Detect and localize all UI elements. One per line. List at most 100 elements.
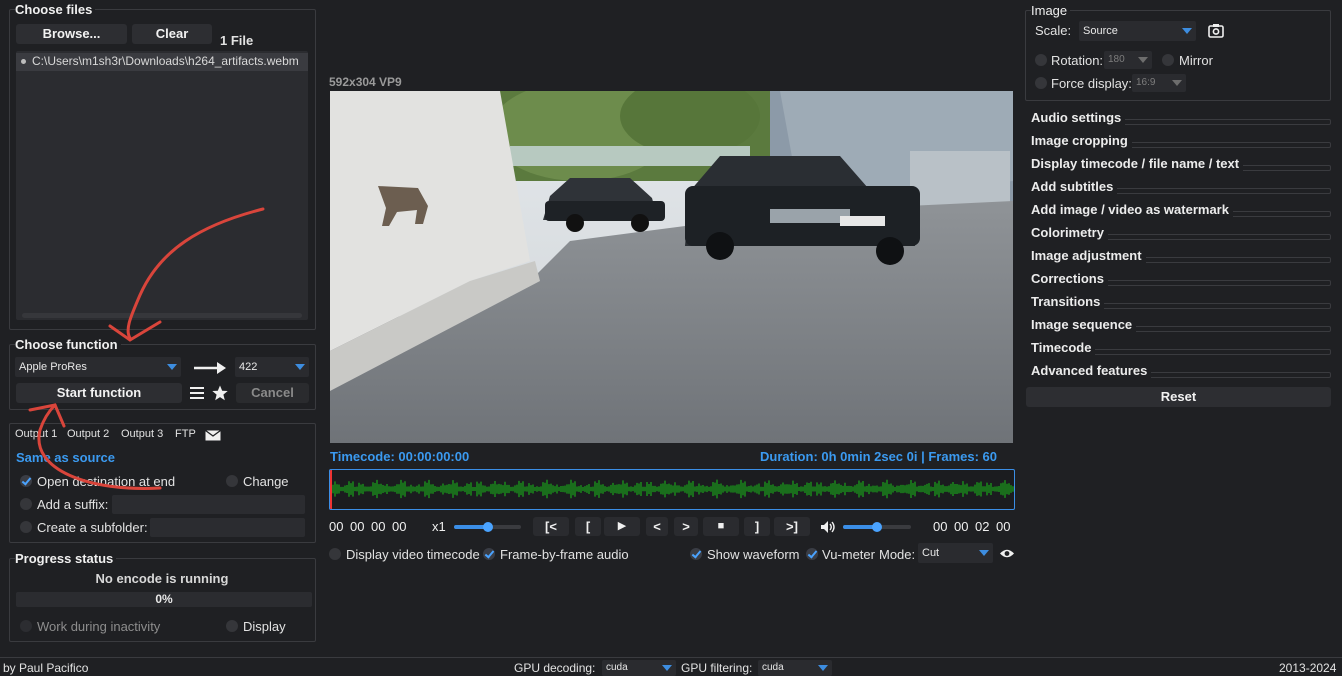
go-end-button[interactable]: >] <box>774 517 810 536</box>
subfolder-radio[interactable] <box>20 521 32 533</box>
out-tc-minutes[interactable]: 00 <box>954 519 968 534</box>
display-timecode-label: Display video timecode <box>346 547 480 562</box>
file-list[interactable]: C:\Users\m1sh3r\Downloads\h264_artifacts… <box>16 51 308 320</box>
image-title: Image <box>1031 3 1071 18</box>
change-label: Change <box>243 474 289 489</box>
bullet-icon <box>21 59 26 64</box>
show-waveform-checkbox[interactable] <box>690 548 702 560</box>
display-timecode-checkbox[interactable] <box>329 548 341 560</box>
progress-percent: 0% <box>155 592 173 606</box>
suffix-input[interactable] <box>112 495 305 514</box>
play-button[interactable]: ▶ <box>604 517 640 536</box>
mark-out-button[interactable]: ] <box>744 517 770 536</box>
open-destination-checkbox[interactable] <box>20 475 32 487</box>
force-display-checkbox[interactable] <box>1035 77 1047 89</box>
in-tc-frames[interactable]: 00 <box>392 519 406 534</box>
codec-select[interactable]: Apple ProRes <box>15 357 181 377</box>
out-tc-hours[interactable]: 00 <box>933 519 947 534</box>
eye-icon[interactable] <box>999 547 1015 562</box>
volume-slider-knob[interactable] <box>872 522 882 532</box>
open-destination-label: Open destination at end <box>37 474 176 489</box>
section-image-sequence[interactable]: Image sequence <box>1031 317 1331 335</box>
next-frame-button[interactable]: > <box>674 517 698 536</box>
list-item[interactable]: C:\Users\m1sh3r\Downloads\h264_artifacts… <box>16 53 308 71</box>
suffix-radio[interactable] <box>20 498 32 510</box>
volume-icon[interactable] <box>820 520 836 537</box>
section-advanced-features[interactable]: Advanced features <box>1031 363 1331 381</box>
work-inactivity-checkbox[interactable] <box>20 620 32 632</box>
scale-select[interactable]: Source <box>1079 21 1196 41</box>
waveform[interactable] <box>329 469 1015 510</box>
mode-select[interactable]: Cut <box>918 543 993 563</box>
section-watermark[interactable]: Add image / video as watermark <box>1031 202 1331 220</box>
chevron-down-icon <box>1172 80 1182 86</box>
mirror-label: Mirror <box>1179 53 1213 68</box>
waveform-graphic <box>330 470 1014 509</box>
in-tc-hours[interactable]: 00 <box>329 519 343 534</box>
star-icon[interactable] <box>212 385 228 404</box>
tab-ftp[interactable]: FTP <box>175 428 196 440</box>
gpu-decoding-select[interactable]: cuda <box>602 660 676 676</box>
mark-in-button[interactable]: [ <box>575 517 601 536</box>
progress-bar: 0% <box>16 592 312 607</box>
prev-frame-button[interactable]: < <box>646 517 668 536</box>
in-tc-seconds[interactable]: 00 <box>371 519 385 534</box>
section-transitions[interactable]: Transitions <box>1031 294 1331 312</box>
chevron-down-icon <box>662 665 672 671</box>
rotation-select[interactable]: 180 <box>1104 51 1152 69</box>
speed-slider[interactable] <box>454 522 521 532</box>
frame-audio-checkbox[interactable] <box>483 548 495 560</box>
section-image-cropping[interactable]: Image cropping <box>1031 133 1331 151</box>
list-icon[interactable] <box>189 386 205 403</box>
section-add-subtitles[interactable]: Add subtitles <box>1031 179 1331 197</box>
mail-icon[interactable] <box>205 429 221 444</box>
out-tc-seconds[interactable]: 02 <box>975 519 989 534</box>
tab-output-2[interactable]: Output 2 <box>67 428 109 440</box>
profile-select[interactable]: 422 <box>235 357 309 377</box>
section-corrections[interactable]: Corrections <box>1031 271 1331 289</box>
speed-slider-knob[interactable] <box>483 522 493 532</box>
vu-meter-label: Vu-meter <box>822 547 875 562</box>
start-function-button[interactable]: Start function <box>16 383 182 403</box>
stop-button[interactable]: ■ <box>703 517 739 536</box>
tab-output-1[interactable]: Output 1 <box>15 428 57 440</box>
cancel-button[interactable]: Cancel <box>236 383 309 403</box>
list-scrollbar[interactable] <box>22 313 302 318</box>
tab-output-3[interactable]: Output 3 <box>121 428 163 440</box>
frame-audio-label: Frame-by-frame audio <box>500 547 629 562</box>
section-image-adjustment[interactable]: Image adjustment <box>1031 248 1331 266</box>
work-inactivity-label: Work during inactivity <box>37 619 161 634</box>
subfolder-input[interactable] <box>150 518 305 537</box>
mirror-checkbox[interactable] <box>1162 54 1174 66</box>
display-checkbox[interactable] <box>226 620 238 632</box>
volume-slider[interactable] <box>843 522 911 532</box>
in-tc-minutes[interactable]: 00 <box>350 519 364 534</box>
vu-meter-checkbox[interactable] <box>806 548 818 560</box>
change-radio[interactable] <box>226 475 238 487</box>
destination-label[interactable]: Same as source <box>16 450 115 465</box>
browse-button[interactable]: Browse... <box>16 24 127 44</box>
section-colorimetry[interactable]: Colorimetry <box>1031 225 1331 243</box>
go-start-button[interactable]: [< <box>533 517 569 536</box>
mode-label: Mode: <box>879 547 916 562</box>
show-waveform-label: Show waveform <box>707 547 800 562</box>
section-audio-settings[interactable]: Audio settings <box>1031 110 1331 128</box>
out-tc-frames[interactable]: 00 <box>996 519 1010 534</box>
scale-label: Scale: <box>1035 23 1072 38</box>
gpu-filtering-select[interactable]: cuda <box>758 660 832 676</box>
years-label: 2013-2024 <box>1279 661 1337 675</box>
chevron-down-icon <box>167 364 177 370</box>
suffix-label: Add a suffix: <box>37 497 109 512</box>
section-display-timecode[interactable]: Display timecode / file name / text <box>1031 156 1331 174</box>
force-display-label: Force display: <box>1051 76 1132 91</box>
reset-button[interactable]: Reset <box>1026 387 1331 407</box>
screenshot-icon[interactable] <box>1208 23 1224 41</box>
rotation-checkbox[interactable] <box>1035 54 1047 66</box>
file-path: C:\Users\m1sh3r\Downloads\h264_artifacts… <box>32 54 299 68</box>
section-timecode[interactable]: Timecode <box>1031 340 1331 358</box>
display-label: Display <box>243 619 286 634</box>
clear-button[interactable]: Clear <box>132 24 212 44</box>
force-display-select[interactable]: 16:9 <box>1132 74 1186 92</box>
video-preview[interactable] <box>330 91 1013 443</box>
chevron-down-icon <box>1138 57 1148 63</box>
